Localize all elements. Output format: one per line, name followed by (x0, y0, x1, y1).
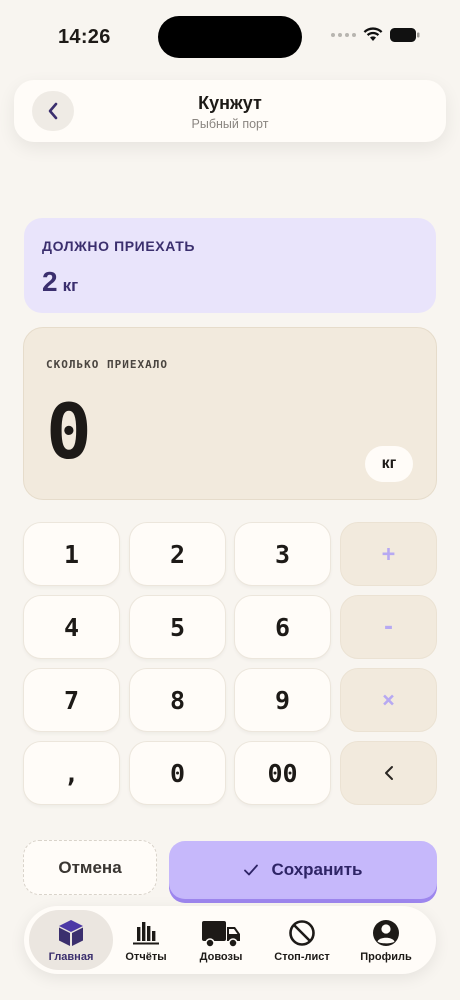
prohibited-icon (289, 920, 315, 946)
box-icon (59, 920, 83, 946)
key-4[interactable]: 4 (23, 595, 120, 659)
chart-icon (133, 922, 159, 945)
key-00[interactable]: 00 (234, 741, 331, 805)
quantity-label: СКОЛЬКО ПРИЕХАЛО (46, 358, 168, 371)
key-3[interactable]: 3 (234, 522, 331, 586)
status-icons (331, 27, 420, 42)
key-9[interactable]: 9 (234, 668, 331, 732)
page-title: Кунжут (198, 93, 262, 113)
key-7[interactable]: 7 (23, 668, 120, 732)
cancel-button[interactable]: Отмена (23, 840, 157, 895)
key-minus[interactable]: - (340, 595, 437, 659)
key-0[interactable]: 0 (129, 741, 226, 805)
tab-deliveries[interactable]: Довозы (179, 910, 263, 970)
tab-label-home: Главная (48, 951, 94, 963)
expected-value: 2 кг (42, 266, 78, 298)
status-time: 14:26 (58, 26, 111, 48)
tab-bar: Главная Отчёты Довозы Стоп-лист Профиль (24, 906, 436, 974)
page-subtitle: Рыбный порт (191, 117, 269, 131)
key-6[interactable]: 6 (234, 595, 331, 659)
expected-card: ДОЛЖНО ПРИЕХАТЬ 2 кг (24, 218, 436, 313)
battery-icon (390, 27, 420, 42)
key-plus[interactable]: + (340, 522, 437, 586)
wifi-icon (363, 27, 383, 41)
tab-home[interactable]: Главная (29, 910, 113, 970)
save-button[interactable]: Сохранить (169, 841, 437, 899)
unit-selector[interactable]: кг (365, 446, 413, 482)
tab-label-reports: Отчёты (125, 951, 167, 963)
status-bar: 14:26 (0, 0, 460, 70)
header: Кунжут Рыбный порт (14, 80, 446, 142)
expected-label: ДОЛЖНО ПРИЕХАТЬ (42, 238, 196, 254)
tab-label-deliveries: Довозы (199, 951, 243, 963)
key-8[interactable]: 8 (129, 668, 226, 732)
key-backspace[interactable]: < (340, 741, 437, 805)
tab-reports[interactable]: Отчёты (104, 910, 188, 970)
expected-number: 2 (42, 266, 58, 297)
key-5[interactable]: 5 (129, 595, 226, 659)
tab-profile[interactable]: Профиль (344, 910, 428, 970)
tab-label-profile: Профиль (360, 951, 412, 963)
check-icon (244, 864, 259, 876)
save-label: Сохранить (271, 860, 363, 879)
key-comma[interactable]: , (23, 741, 120, 805)
dynamic-island (158, 16, 302, 58)
expected-unit: кг (62, 276, 79, 295)
key-1[interactable]: 1 (23, 522, 120, 586)
quantity-display: СКОЛЬКО ПРИЕХАЛО 0 кг (23, 327, 437, 500)
tab-stop-list[interactable]: Стоп-лист (260, 910, 344, 970)
tab-label-stop-list: Стоп-лист (274, 951, 330, 963)
truck-icon (202, 921, 240, 948)
quantity-value: 0 (46, 387, 92, 476)
key-2[interactable]: 2 (129, 522, 226, 586)
backspace-icon (384, 766, 393, 780)
key-multiply[interactable]: × (340, 668, 437, 732)
signal-icon (331, 32, 356, 37)
user-icon (373, 920, 399, 946)
